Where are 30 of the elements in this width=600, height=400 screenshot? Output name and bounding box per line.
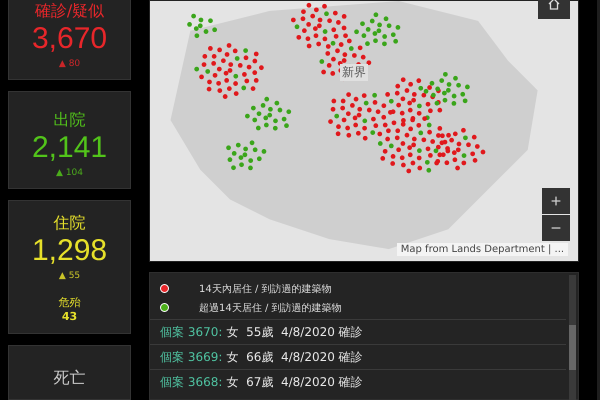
case-number: 個案 3668:: [160, 374, 222, 390]
stat-value: 1,298: [32, 233, 108, 269]
case-details: 女 67歲 4/8/2020 確診: [226, 374, 363, 390]
stat-value: 3,670: [32, 21, 108, 57]
case-details: 女 66歲 4/8/2020 確診: [226, 348, 363, 366]
stat-change: ▲ 55: [58, 271, 80, 281]
stat-label: 出院: [54, 110, 86, 130]
stat-change: ▲ 104: [56, 168, 83, 178]
case-details: 女 55歲 4/8/2020 確診: [226, 324, 363, 340]
zoom-in-button[interactable]: +: [542, 188, 570, 214]
place-label: 新界: [340, 64, 368, 81]
stat-label: 死亡: [54, 368, 86, 388]
critical-value: 43: [62, 310, 78, 323]
case-number: 個案 3669:: [160, 348, 222, 366]
critical-label: 危殆: [58, 295, 81, 310]
zoom-out-button[interactable]: −: [542, 215, 570, 241]
case-number: 個案 3670:: [160, 324, 222, 340]
scrollbar[interactable]: [569, 275, 576, 400]
legend-label: 14天內居住 / 到訪過的建築物: [199, 282, 332, 296]
stat-change: ▲ 80: [58, 59, 80, 69]
home-icon: [547, 0, 562, 11]
stat-label: 確診/疑似: [34, 1, 104, 21]
case-row[interactable]: 個案 3668: 女 67歲 4/8/2020 確診: [150, 369, 566, 394]
stat-value: 2,141: [32, 130, 108, 166]
case-row[interactable]: 個案 3670: 女 55歲 4/8/2020 確診: [150, 319, 566, 344]
stat-label: 住院: [54, 213, 86, 233]
scrollbar-thumb[interactable]: [569, 325, 576, 370]
legend-label: 超過14天居住 / 到訪過的建築物: [199, 302, 342, 314]
map-attribution: Map from Lands Department | ...: [396, 243, 568, 256]
case-row[interactable]: 個案 3669: 女 66歲 4/8/2020 確診: [150, 344, 566, 369]
